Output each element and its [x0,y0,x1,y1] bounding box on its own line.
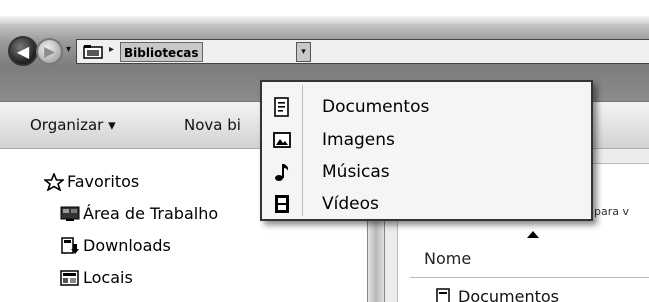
breadcrumb-bibliotecas[interactable]: Bibliotecas [120,42,203,62]
sidebar-item-downloads[interactable]: Downloads [60,236,171,255]
back-arrow-icon: ◀ [16,41,30,61]
sidebar-item-area-de-trabalho[interactable]: Área de Trabalho [60,204,218,223]
list-item-label: Documentos [458,287,560,302]
column-divider [410,277,649,278]
libraries-dropdown-menu: Documentos Imagens Músicas Vídeos [260,80,593,221]
forward-arrow-icon: ▶ [44,43,55,60]
pictures-icon [273,132,291,148]
menu-item-label: Imagens [322,130,395,150]
recent-pages-dropdown[interactable]: ▾ [66,44,71,55]
menu-item-label: Vídeos [322,194,379,214]
sidebar-item-locais[interactable]: Locais [60,268,133,287]
sidebar-item-label: Área de Trabalho [83,204,219,223]
menu-item-label: Músicas [322,162,390,182]
sidebar-item-label: Favoritos [67,172,140,191]
menu-item-label: Documentos [322,97,430,117]
star-icon [44,172,64,191]
sidebar-item-label: Locais [83,268,133,287]
menu-item-documentos[interactable]: Documentos [262,91,591,123]
music-icon [275,164,289,181]
menu-item-musicas[interactable]: Músicas [262,156,591,188]
forward-button[interactable]: ▶ [36,38,63,65]
libraries-folder-icon [83,45,103,59]
breadcrumb-dropdown-button[interactable]: ▾ [296,42,311,62]
address-bar[interactable]: ▸ Bibliotecas ▾ [76,39,649,64]
documents-icon [274,97,289,117]
nova-biblioteca-button[interactable]: Nova bi [184,116,241,134]
videos-icon [275,195,289,213]
breadcrumb-separator[interactable]: ▸ [109,44,114,55]
menu-item-videos[interactable]: Vídeos [262,188,591,220]
sidebar-item-favoritos[interactable]: Favoritos [44,172,139,191]
column-header-nome[interactable]: Nome [424,249,471,268]
top-strip [0,0,649,16]
library-hint-text: para v [594,205,629,218]
downloads-icon [61,236,79,254]
list-item[interactable]: Documentos [436,287,559,302]
menu-item-imagens[interactable]: Imagens [262,124,591,156]
desktop-icon [60,206,80,221]
documents-icon [436,287,450,302]
back-button[interactable]: ◀ [8,36,38,66]
organizar-button[interactable]: Organizar ▾ [30,116,116,134]
sidebar-item-label: Downloads [83,236,171,255]
recent-places-icon [60,269,79,286]
sort-ascending-icon [527,231,539,238]
glass-highlight [0,16,649,24]
